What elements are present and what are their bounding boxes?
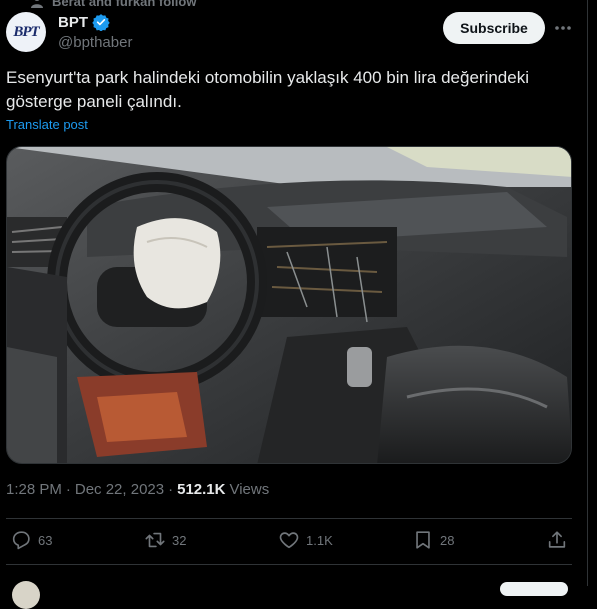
social-context[interactable]: Berat and furkan follow <box>30 0 196 9</box>
column-border <box>587 0 588 586</box>
bookmark-count: 28 <box>440 532 455 548</box>
next-post-button[interactable] <box>500 582 568 596</box>
tweet-media-photo[interactable] <box>6 146 572 464</box>
reply-button[interactable]: 63 <box>10 529 52 551</box>
views-count: 512.1K <box>177 481 226 498</box>
share-icon <box>546 529 568 551</box>
tweet-text: Esenyurt'ta park halindeki otomobilin ya… <box>6 68 529 111</box>
display-name[interactable]: BPT <box>58 14 88 31</box>
action-bar: 63 32 1.1K 28 <box>6 519 572 563</box>
author-info: BPT @bpthaber <box>58 12 132 52</box>
next-post-avatar[interactable] <box>12 581 40 609</box>
repost-icon <box>144 529 166 551</box>
meta-separator: · <box>168 481 174 498</box>
bookmark-button[interactable]: 28 <box>412 529 454 551</box>
divider <box>6 564 572 565</box>
views-label: Views <box>229 481 270 498</box>
social-context-text: Berat and furkan follow <box>52 0 197 9</box>
meta-separator: · <box>65 481 71 498</box>
reply-icon <box>10 529 32 551</box>
person-icon <box>30 0 44 8</box>
repost-button[interactable]: 32 <box>144 529 186 551</box>
like-button[interactable]: 1.1K <box>278 529 333 551</box>
reply-count: 63 <box>38 532 53 548</box>
tweet-date[interactable]: Dec 22, 2023 <box>75 481 164 498</box>
tweet-metadata: 1:28 PM · Dec 22, 2023 · 512.1K Views <box>6 481 269 498</box>
translate-post-link[interactable]: Translate post <box>6 117 88 132</box>
like-count: 1.1K <box>306 532 333 548</box>
handle[interactable]: @bpthaber <box>58 34 132 51</box>
heart-icon <box>278 529 300 551</box>
verified-badge-icon[interactable] <box>92 13 110 31</box>
share-button[interactable] <box>546 529 568 551</box>
tweet-time[interactable]: 1:28 PM <box>6 481 62 498</box>
bookmark-icon <box>412 529 434 551</box>
repost-count: 32 <box>172 532 187 548</box>
avatar-logo-text: BPT <box>13 23 39 40</box>
avatar[interactable]: BPT <box>6 12 46 52</box>
subscribe-button[interactable]: Subscribe <box>443 12 545 44</box>
more-options-icon[interactable] <box>553 18 573 38</box>
